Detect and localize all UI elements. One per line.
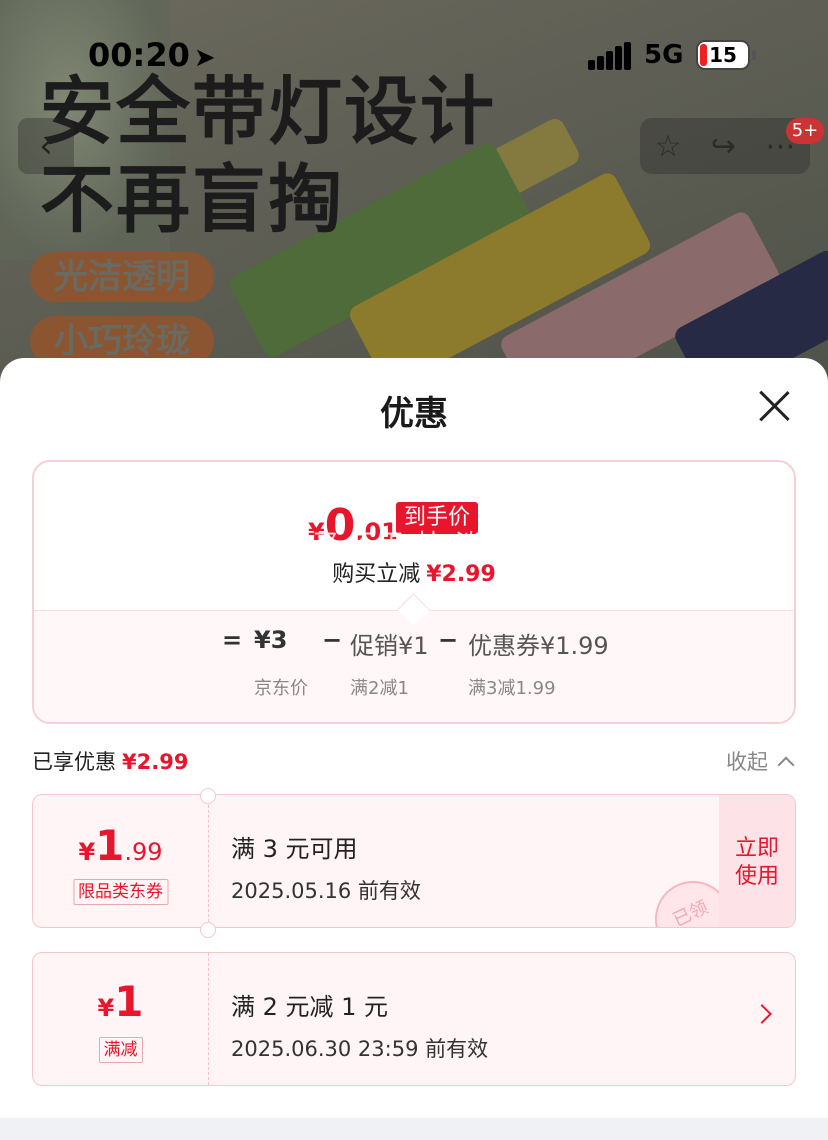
coupon-amount-symbol: ¥: [97, 994, 115, 1022]
formula-minus: −: [438, 626, 459, 654]
status-time-text: 00:20: [88, 36, 190, 74]
back-button[interactable]: ‹: [18, 118, 74, 174]
coupon-condition: 满 3 元可用: [231, 835, 358, 863]
formula-equals: =: [222, 626, 243, 654]
instant-saving-amount: ¥2.99: [426, 562, 496, 587]
network-type: 5G: [644, 40, 684, 70]
instant-saving: 购买立减 ¥2.99: [34, 556, 794, 588]
coupon-amount: ¥1: [33, 977, 208, 1026]
chevron-right-icon[interactable]: [752, 1004, 772, 1024]
coupon-rule-label: 满3减1.99: [468, 678, 556, 699]
share-icon[interactable]: ↪: [711, 129, 736, 164]
signal-strength-icon: [588, 42, 632, 70]
battery-cap: [752, 50, 756, 60]
enjoyed-label: 已享优惠: [32, 750, 116, 774]
instant-saving-label: 购买立减: [332, 562, 421, 587]
discount-sheet: 优惠 ¥0.01 到手价 脚买 不用 技 淡 案 购买立减 ¥2.99 = ¥3 …: [0, 358, 828, 1140]
coupon-amount-int: 1: [95, 821, 125, 870]
coupon-type-label: 满减: [98, 1037, 143, 1063]
bottom-spacer: [0, 1118, 828, 1140]
price-summary-card: ¥0.01 到手价 脚买 不用 技 淡 案 购买立减 ¥2.99 = ¥3 − 促…: [32, 460, 796, 724]
status-time: 00:20 ➤: [88, 36, 216, 74]
collapse-label: 收起: [726, 750, 768, 774]
coupon-card[interactable]: ¥1 满减 满 2 元减 1 元 2025.06.30 23:59 前有效: [32, 952, 796, 1086]
formula-minus: −: [322, 626, 343, 654]
banner-headline: 安全带灯设计 不再盲掏: [40, 68, 496, 244]
banner-headline-line1: 安全带灯设计: [40, 69, 496, 155]
coupon-condition: 满 2 元减 1 元: [231, 993, 389, 1021]
coupon-amount-area: ¥1 满减: [33, 953, 208, 1085]
location-arrow-icon: ➤: [193, 43, 216, 73]
use-coupon-button[interactable]: 立即 使用: [719, 795, 795, 927]
coupon-card[interactable]: ¥1.99 限品类东券 满 3 元可用 2025.05.16 前有效 已领 立即…: [32, 794, 796, 928]
use-coupon-label-line1: 立即: [734, 836, 779, 861]
formula-base-price: ¥3: [254, 626, 288, 654]
coupon-amount-area: ¥1.99 限品类东券: [33, 795, 208, 927]
nav-actions: ☆ ↪ ⋯: [640, 118, 810, 174]
chevron-up-icon: [777, 756, 795, 774]
promo-label: 满2减1: [350, 678, 409, 699]
banner-headline-line2: 不再盲掏: [40, 157, 344, 243]
sheet-title: 优惠: [380, 394, 448, 434]
formula-promo: 促销¥1: [350, 632, 429, 660]
favorite-star-icon[interactable]: ☆: [655, 129, 682, 164]
use-coupon-label-line2: 使用: [734, 864, 779, 889]
coupon-expiry: 2025.05.16 前有效: [231, 879, 421, 903]
coupon-punch-hole: [200, 922, 216, 938]
price-formula: = ¥3 − 促销¥1 − 优惠券¥1.99: [34, 626, 794, 660]
coupon-expiry: 2025.06.30 23:59 前有效: [231, 1037, 489, 1061]
collapse-button[interactable]: 收起: [726, 746, 795, 776]
banner-tag-transparent: 光洁透明: [30, 252, 214, 302]
coupon-type-label: 限品类东券: [73, 879, 168, 905]
message-count-badge: 5+: [786, 118, 824, 144]
coupon-amount-int: 1: [114, 977, 144, 1026]
coupon-divider: [208, 795, 209, 927]
base-price-label: 京东价: [254, 678, 308, 699]
coupon-amount-dec: .99: [124, 838, 163, 866]
coupon-divider: [208, 953, 209, 1085]
coupon-amount: ¥1.99: [33, 821, 208, 870]
close-icon[interactable]: [756, 388, 792, 424]
formula-coupon: 优惠券¥1.99: [468, 632, 609, 660]
coupon-amount-symbol: ¥: [78, 838, 96, 866]
enjoyed-amount: ¥2.99: [122, 750, 189, 774]
battery-icon: 15: [696, 40, 750, 70]
battery-level: 15: [709, 43, 737, 67]
coupon-punch-hole: [200, 788, 216, 804]
enjoyed-discount: 已享优惠 ¥2.99: [32, 746, 188, 776]
